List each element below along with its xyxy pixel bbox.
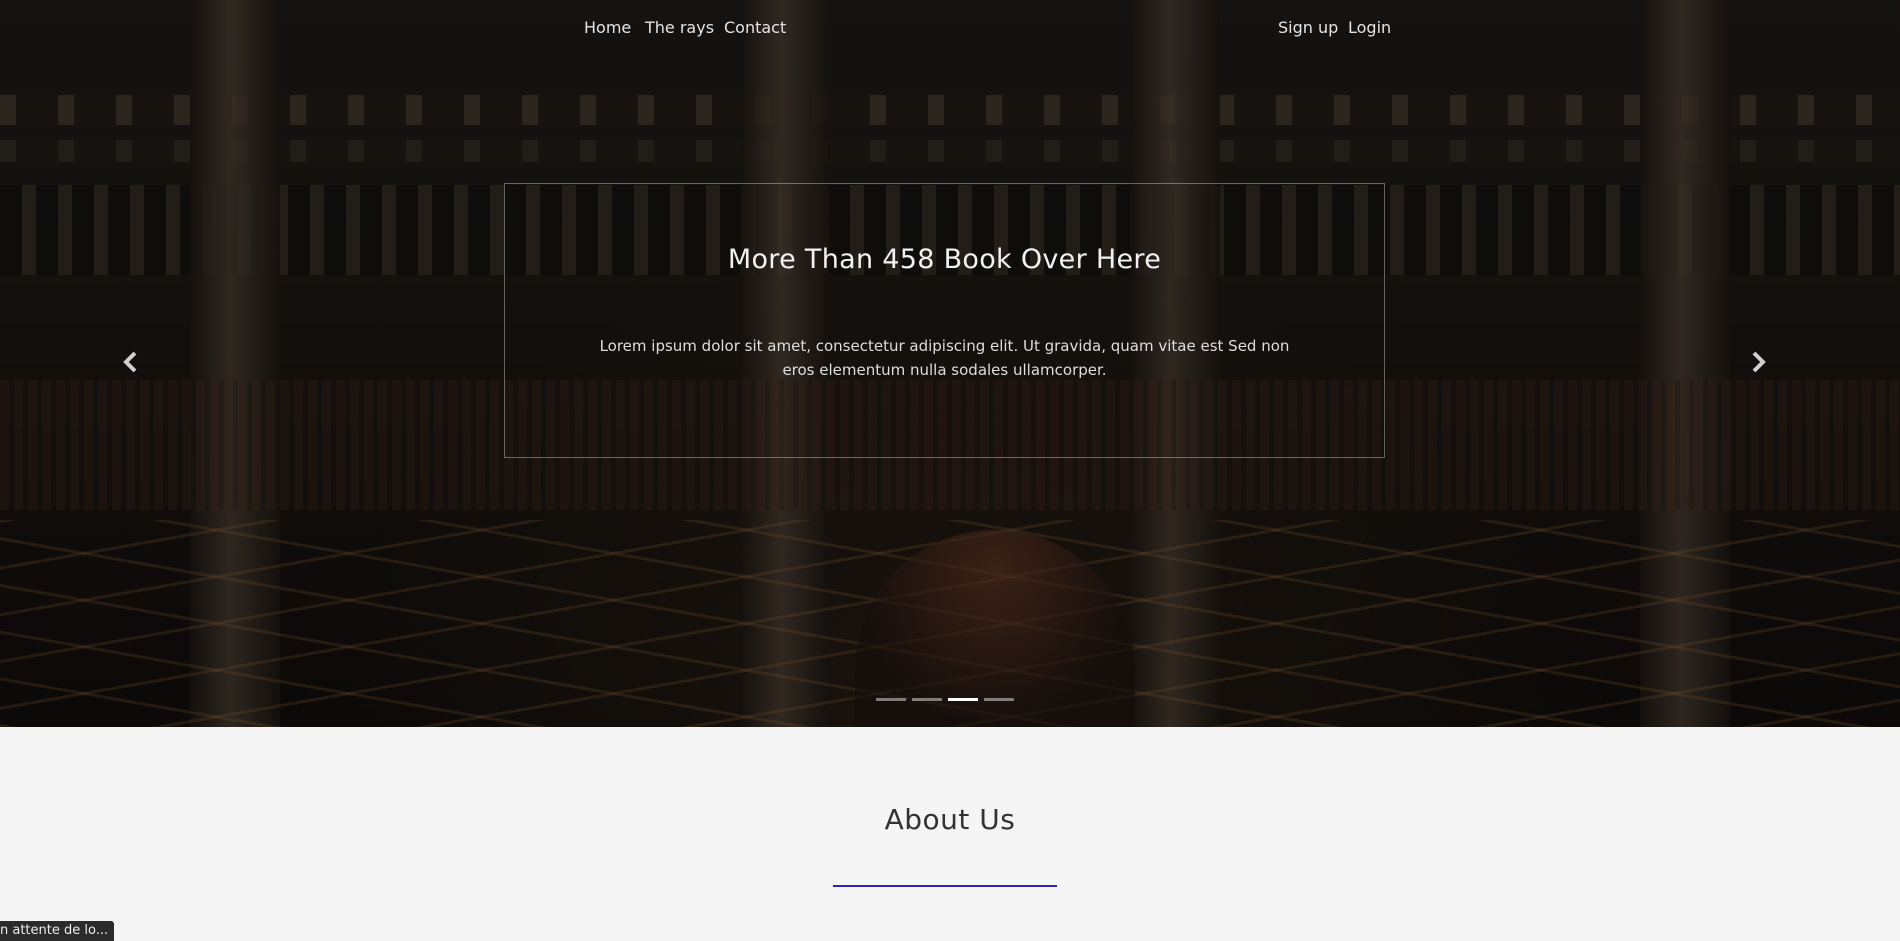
about-section: About Us (0, 727, 1900, 941)
carousel-caption: More Than 458 Book Over Here Lorem ipsum… (504, 183, 1385, 458)
carousel-prev-button[interactable] (116, 350, 146, 380)
carousel-indicator[interactable] (876, 698, 906, 701)
nav-home-link[interactable]: Home (584, 18, 631, 37)
nav-signup-link[interactable]: Sign up (1278, 18, 1338, 37)
nav-contact-link[interactable]: Contact (724, 18, 786, 37)
chevron-right-icon (1752, 351, 1766, 373)
carousel-indicator[interactable] (948, 698, 978, 701)
carousel-text: Lorem ipsum dolor sit amet, consectetur … (599, 337, 1290, 379)
top-navigation: Home The rays Contact Sign up Login (0, 0, 1900, 55)
hero-carousel: Home The rays Contact Sign up Login More… (0, 0, 1900, 727)
carousel-title: More Than 458 Book Over Here (727, 244, 1162, 275)
background-balustrade (0, 140, 1900, 162)
nav-rays-link[interactable]: The rays (645, 18, 714, 37)
about-divider (833, 885, 1057, 887)
carousel-indicator[interactable] (984, 698, 1014, 701)
carousel-indicator[interactable] (912, 698, 942, 701)
background-balcony (0, 95, 1900, 125)
nav-login-link[interactable]: Login (1348, 18, 1391, 37)
chevron-left-icon (123, 351, 137, 373)
browser-status-bar: n attente de lo... (0, 921, 115, 941)
carousel-next-button[interactable] (1743, 350, 1773, 380)
about-title: About Us (884, 803, 1016, 836)
carousel-indicators (876, 698, 1020, 702)
